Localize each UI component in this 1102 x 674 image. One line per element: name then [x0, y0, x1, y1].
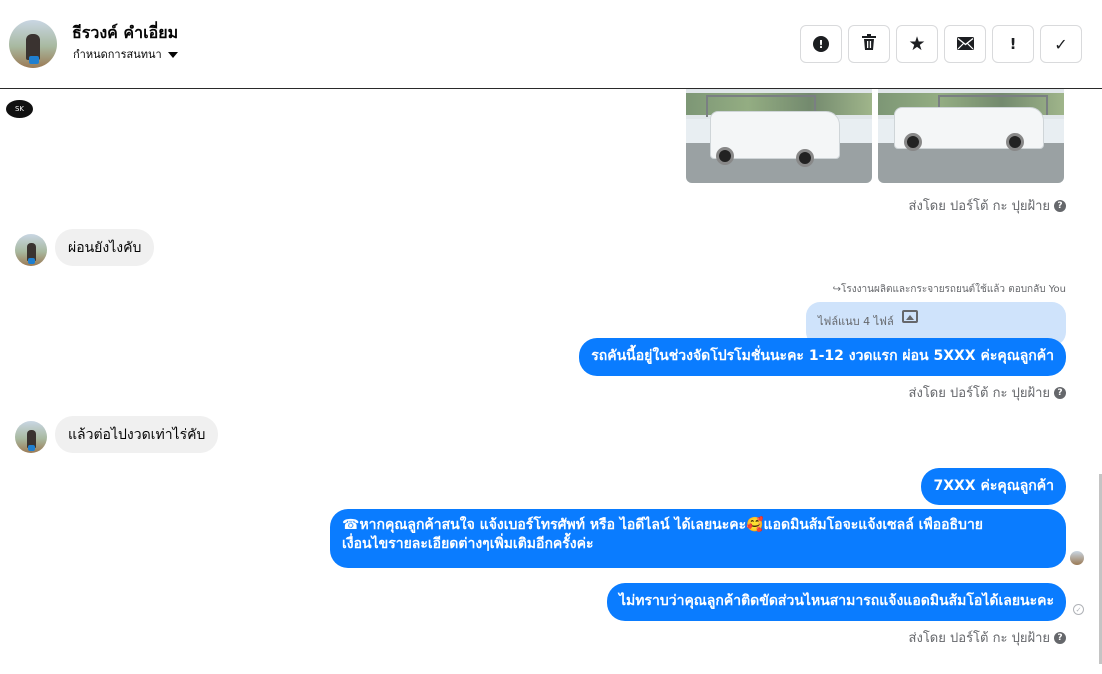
- checkmark-icon: ✓: [1054, 34, 1068, 54]
- seen-avatar: [1070, 551, 1084, 565]
- sent-by-text: ส่งโดย ปอร์โต้ กะ ปุยฝ้าย: [908, 199, 1050, 214]
- page-avatar: SK: [6, 100, 33, 118]
- assign-conversation-label: กำหนดการสนทนา: [73, 48, 162, 61]
- conversation-toolbar: ! ★ ! ✓: [800, 25, 1082, 63]
- envelope-icon: [956, 35, 974, 54]
- delivered-check-icon: ✓: [1073, 604, 1084, 615]
- outgoing-message-2[interactable]: 7XXX ค่ะคุณลูกค้า: [921, 468, 1066, 505]
- outgoing-message-3-line-2: เงื่อนไขรายละเอียดต่างๆเพิ่มเติมอีกครั้ง…: [342, 536, 594, 552]
- sent-by-text: ส่งโดย ปอร์โต้ กะ ปุยฝ้าย: [908, 386, 1050, 401]
- star-button[interactable]: ★: [896, 25, 938, 63]
- image-icon: [901, 310, 918, 323]
- trash-icon: [862, 34, 876, 54]
- help-icon[interactable]: ?: [1054, 631, 1066, 644]
- outgoing-message-3[interactable]: ☎หากคุณลูกค้าสนใจ แจ้งเบอร์โทรศัพท์ หรือ…: [330, 509, 1066, 568]
- outgoing-message-4[interactable]: ไม่ทราบว่าคุณลูกค้าติดขัดส่วนไหนสามารถแจ…: [606, 583, 1066, 621]
- sender-avatar[interactable]: [15, 421, 47, 453]
- mark-done-button[interactable]: ✓: [1040, 25, 1082, 63]
- sender-avatar[interactable]: [15, 234, 47, 266]
- photo-attachment-1[interactable]: [686, 89, 872, 183]
- incoming-message-2[interactable]: แล้วต่อไปงวดเท่าไร่คับ: [55, 416, 219, 453]
- sent-by-label-3: ส่งโดย ปอร์โต้ กะ ปุยฝ้าย ?: [909, 627, 1066, 648]
- exclamation-icon: !: [1009, 35, 1017, 53]
- trash-button[interactable]: [848, 25, 890, 63]
- conversation-header: ธีรวงค์ คำเอี่ยม กำหนดการสนทนา ! ★ ! ✓: [0, 0, 1102, 89]
- help-icon[interactable]: ?: [1054, 199, 1066, 212]
- caret-down-icon: [167, 51, 178, 58]
- sent-by-label-2: ส่งโดย ปอร์โต้ กะ ปุยฝ้าย ?: [909, 382, 1066, 403]
- incoming-message-1[interactable]: ผ่อนยังไงคับ: [55, 229, 155, 266]
- star-icon: ★: [908, 33, 926, 55]
- contact-avatar[interactable]: [9, 20, 57, 68]
- outgoing-message-1[interactable]: รถคันนี้อยู่ในช่วงจัดโปรโมชั่นนะคะ 1-12 …: [579, 338, 1066, 376]
- reply-meta: ↪โรงงานผลิตและกระจายรถยนต์ใช้แล้ว ตอบกลั…: [833, 282, 1066, 297]
- exclamation-button[interactable]: !: [992, 25, 1034, 63]
- quoted-attachment-text: ไฟล์แนบ 4 ไฟล์: [818, 315, 894, 328]
- assign-conversation-dropdown[interactable]: กำหนดการสนทนา: [73, 45, 178, 63]
- photo-attachment-2[interactable]: [878, 89, 1064, 183]
- help-icon[interactable]: ?: [1054, 386, 1066, 399]
- reply-arrow-icon: ↪: [832, 284, 842, 295]
- envelope-button[interactable]: [944, 25, 986, 63]
- outgoing-message-3-line-1: ☎หากคุณลูกค้าสนใจ แจ้งเบอร์โทรศัพท์ หรือ…: [342, 517, 984, 533]
- reply-meta-text: โรงงานผลิตและกระจายรถยนต์ใช้แล้ว ตอบกลับ…: [841, 284, 1066, 295]
- alert-circle-icon: !: [813, 36, 829, 52]
- sent-by-text: ส่งโดย ปอร์โต้ กะ ปุยฝ้าย: [908, 631, 1050, 646]
- alert-circle-button[interactable]: !: [800, 25, 842, 63]
- contact-name[interactable]: ธีรวงค์ คำเอี่ยม: [72, 21, 178, 46]
- sent-by-label-1: ส่งโดย ปอร์โต้ กะ ปุยฝ้าย ?: [909, 195, 1066, 216]
- page-avatar-text: SK: [14, 105, 25, 113]
